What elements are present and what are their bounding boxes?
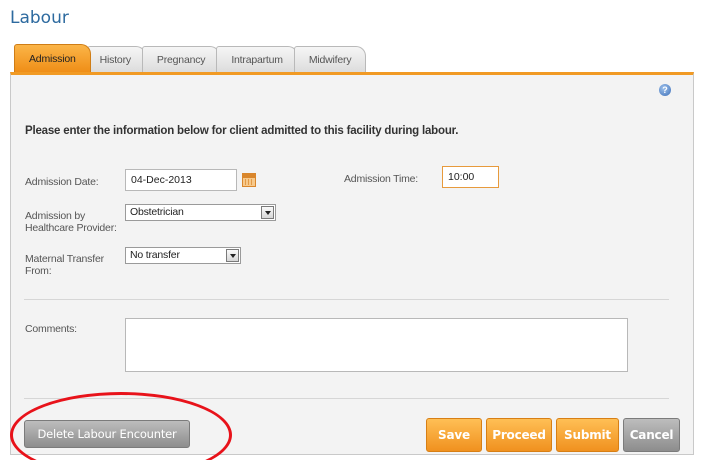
divider [24, 299, 669, 300]
tab-admission[interactable]: Admission [14, 44, 91, 72]
page-title: Labour [10, 8, 69, 28]
maternal-transfer-select[interactable]: No transfer [125, 247, 241, 264]
tab-history[interactable]: History [86, 46, 146, 72]
admission-date-field[interactable]: 04-Dec-2013 [125, 169, 237, 191]
comments-label: Comments: [25, 323, 77, 335]
tab-bar: Admission History Pregnancy Intrapartum … [14, 44, 367, 72]
admission-date-label: Admission Date: [25, 176, 99, 188]
maternal-transfer-label: Maternal Transfer From: [25, 253, 104, 277]
tab-midwifery[interactable]: Midwifery [293, 46, 367, 72]
chevron-down-icon[interactable] [261, 206, 274, 219]
calendar-icon[interactable] [242, 173, 256, 187]
tab-intrapartum[interactable]: Intrapartum [216, 46, 298, 72]
submit-button[interactable]: Submit [556, 418, 619, 452]
admission-by-label: Admission by Healthcare Provider: [25, 210, 117, 234]
maternal-transfer-value: No transfer [130, 249, 180, 261]
cancel-button[interactable]: Cancel [623, 418, 680, 452]
admission-time-label: Admission Time: [344, 173, 419, 185]
admission-time-field[interactable]: 10:00 [442, 166, 499, 188]
admission-by-value: Obstetrician [130, 206, 184, 218]
tab-pregnancy[interactable]: Pregnancy [141, 46, 221, 72]
comments-field[interactable] [125, 318, 628, 372]
help-icon[interactable]: ? [659, 84, 671, 96]
form-instruction: Please enter the information below for c… [25, 125, 459, 137]
save-button[interactable]: Save [426, 418, 482, 452]
chevron-down-icon[interactable] [226, 249, 239, 262]
admission-by-select[interactable]: Obstetrician [125, 204, 276, 221]
proceed-button[interactable]: Proceed [486, 418, 552, 452]
